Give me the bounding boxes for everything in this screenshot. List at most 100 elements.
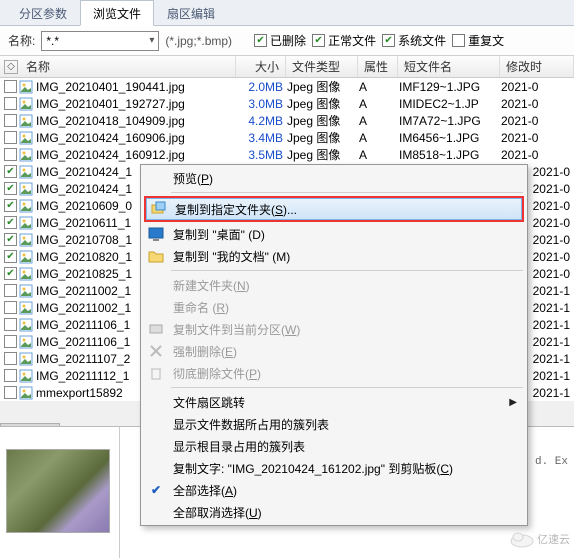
jpeg-file-icon [19, 182, 33, 196]
jpeg-file-icon [19, 148, 33, 162]
file-shortname: IM8518~1.JPG [395, 148, 497, 162]
file-name: IMG_20210418_104909.jpg [36, 114, 233, 128]
tab-sector-edit[interactable]: 扇区编辑 [154, 0, 228, 25]
filter-pattern-value: *.* [46, 34, 59, 48]
menu-perm-delete: 彻底删除文件(P) [143, 362, 525, 384]
col-header-short[interactable]: 短文件名 [398, 56, 500, 77]
col-header-mod[interactable]: 修改时 [500, 56, 574, 77]
jpeg-file-icon [19, 267, 33, 281]
menu-copy-to-docs[interactable]: 复制到 "我的文档" (M) [143, 245, 525, 267]
row-checkbox[interactable]: ✔ [4, 233, 17, 246]
column-header-row: ◇ 名称 大小 文件类型 属性 短文件名 修改时 [0, 56, 574, 78]
jpeg-file-icon [19, 284, 33, 298]
menu-new-folder: 新建文件夹(N) [143, 274, 525, 296]
chevron-down-icon: ▾ [149, 35, 154, 46]
row-checkbox[interactable] [4, 131, 17, 144]
checkbox-system[interactable]: ✔系统文件 [382, 32, 446, 49]
file-attr: A [355, 131, 395, 145]
file-size: 4.2MB [233, 114, 283, 128]
row-checkbox[interactable] [4, 148, 17, 161]
expand-toggle-icon[interactable]: ◇ [4, 60, 18, 74]
file-modtime: 2021-0 [497, 148, 574, 162]
jpeg-file-icon [19, 386, 33, 400]
tab-browse-files[interactable]: 浏览文件 [80, 0, 154, 26]
col-header-name[interactable]: 名称 [20, 56, 236, 77]
file-shortname: IMF129~1.JPG [395, 80, 497, 94]
row-checkbox[interactable] [4, 369, 17, 382]
jpeg-file-icon [19, 250, 33, 264]
menu-show-root-cluster[interactable]: 显示根目录占用的簇列表 [143, 435, 525, 457]
row-checkbox[interactable] [4, 114, 17, 127]
file-modtime: 2021-0 [497, 80, 574, 94]
menu-force-delete: 强制删除(E) [143, 340, 525, 362]
file-attr: A [355, 148, 395, 162]
cloud-icon [509, 530, 535, 548]
file-shortname: IM6456~1.JPG [395, 131, 497, 145]
file-modtime: 2021-0 [497, 114, 574, 128]
row-checkbox[interactable]: ✔ [4, 216, 17, 229]
file-size: 3.0MB [233, 97, 283, 111]
row-checkbox[interactable]: ✔ [4, 250, 17, 263]
checkbox-deleted[interactable]: ✔已删除 [254, 32, 306, 49]
row-checkbox[interactable] [4, 97, 17, 110]
table-row[interactable]: IMG_20210424_160912.jpg3.5MBJpeg 图像AIM85… [0, 146, 574, 163]
file-name: IMG_20210424_160906.jpg [36, 131, 233, 145]
submenu-arrow-icon: ▶ [509, 397, 517, 408]
row-checkbox[interactable] [4, 301, 17, 314]
row-checkbox[interactable] [4, 284, 17, 297]
row-checkbox[interactable]: ✔ [4, 182, 17, 195]
menu-rename: 重命名 (R) [143, 296, 525, 318]
col-header-attr[interactable]: 属性 [358, 56, 398, 77]
trash-icon [147, 364, 165, 382]
file-type: Jpeg 图像 [283, 78, 355, 95]
menu-copy-to-desktop[interactable]: 复制到 "桌面" (D) [143, 223, 525, 245]
jpeg-file-icon [19, 216, 33, 230]
row-checkbox[interactable] [4, 335, 17, 348]
file-size: 3.5MB [233, 148, 283, 162]
menu-preview[interactable]: 预览(P) [143, 167, 525, 189]
menu-copy-to-folder-highlight: 复制到指定文件夹(S)... [144, 196, 524, 222]
file-modtime: 2021-0 [497, 97, 574, 111]
menu-sector-jump[interactable]: 文件扇区跳转▶ [143, 391, 525, 413]
file-size: 3.4MB [233, 131, 283, 145]
tab-partition-params[interactable]: 分区参数 [6, 0, 80, 25]
table-row[interactable]: IMG_20210418_104909.jpg4.2MBJpeg 图像AIM7A… [0, 112, 574, 129]
table-row[interactable]: IMG_20210401_192727.jpg3.0MBJpeg 图像AIMID… [0, 95, 574, 112]
menu-copy-to-current: 复制文件到当前分区(W) [143, 318, 525, 340]
jpeg-file-icon [19, 114, 33, 128]
row-checkbox[interactable]: ✔ [4, 267, 17, 280]
preview-panel [0, 427, 120, 558]
row-checkbox[interactable] [4, 80, 17, 93]
filter-bar: 名称: *.* ▾ (*.jpg;*.bmp) ✔已删除 ✔正常文件 ✔系统文件… [0, 26, 574, 56]
file-type: Jpeg 图像 [283, 112, 355, 129]
table-row[interactable]: IMG_20210424_160906.jpg3.4MBJpeg 图像AIM64… [0, 129, 574, 146]
file-name: IMG_20210401_190441.jpg [36, 80, 233, 94]
checkbox-normal[interactable]: ✔正常文件 [312, 32, 376, 49]
row-checkbox[interactable] [4, 318, 17, 331]
filter-name-label: 名称: [8, 32, 35, 49]
tab-bar: 分区参数 浏览文件 扇区编辑 [0, 0, 574, 26]
table-row[interactable]: IMG_20210401_190441.jpg2.0MBJpeg 图像AIMF1… [0, 78, 574, 95]
desktop-icon [147, 225, 165, 243]
menu-show-cluster[interactable]: 显示文件数据所占用的簇列表 [143, 413, 525, 435]
checkbox-rebuild[interactable]: 重复文 [452, 32, 504, 49]
jpeg-file-icon [19, 369, 33, 383]
row-checkbox[interactable] [4, 352, 17, 365]
file-type: Jpeg 图像 [283, 146, 355, 163]
copy-folder-icon [151, 200, 167, 219]
menu-deselect-all[interactable]: 全部取消选择(U) [143, 501, 525, 523]
col-header-type[interactable]: 文件类型 [286, 56, 358, 77]
menu-select-all[interactable]: ✔全部选择(A) [143, 479, 525, 501]
col-header-size[interactable]: 大小 [236, 56, 286, 77]
check-icon: ✔ [147, 481, 165, 499]
file-attr: A [355, 114, 395, 128]
menu-copy-text[interactable]: 复制文字: "IMG_20210424_161202.jpg" 到剪贴板(C) [143, 457, 525, 479]
row-checkbox[interactable]: ✔ [4, 199, 17, 212]
jpeg-file-icon [19, 233, 33, 247]
row-checkbox[interactable]: ✔ [4, 165, 17, 178]
row-checkbox[interactable] [4, 386, 17, 399]
menu-copy-to-folder[interactable]: 复制到指定文件夹(S)... [146, 198, 522, 220]
file-attr: A [355, 97, 395, 111]
image-thumbnail[interactable] [6, 449, 110, 533]
filter-pattern-combo[interactable]: *.* ▾ [41, 31, 159, 51]
